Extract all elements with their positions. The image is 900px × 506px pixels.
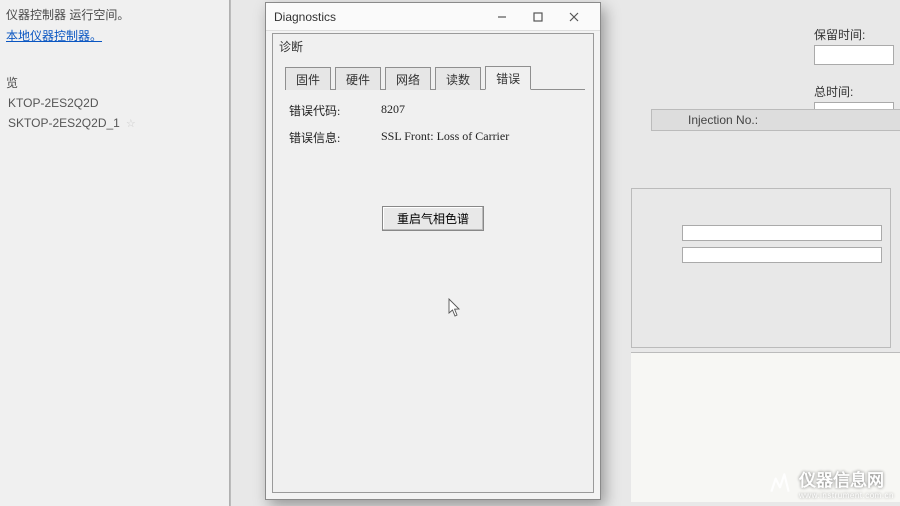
tree-node-machine[interactable]: KTOP-2ES2Q2D [6, 93, 223, 113]
total-time-label: 总时间: [814, 79, 894, 102]
tree-node-label: KTOP-2ES2Q2D [8, 96, 98, 110]
panel-input-1[interactable] [682, 225, 882, 241]
tab-firmware[interactable]: 固件 [285, 67, 331, 90]
dialog-tabs: 固件 硬件 网络 读数 错误 [285, 65, 585, 90]
local-controller-link[interactable]: 本地仪器控制器。 [6, 29, 102, 43]
panel-input-2[interactable] [682, 247, 882, 263]
explorer-panel: 仪器控制器 运行空间。 本地仪器控制器。 览 KTOP-2ES2Q2D SKTO… [0, 0, 230, 506]
restart-gc-button[interactable]: 重启气相色谱 [382, 206, 484, 231]
star-icon: ☆ [126, 117, 136, 130]
tree-node-label: SKTOP-2ES2Q2D_1 [8, 116, 120, 130]
watermark: 仪器信息网 www.instrument.com.cn [767, 466, 894, 500]
dialog-titlebar[interactable]: Diagnostics [266, 3, 600, 31]
diagnostics-dialog: Diagnostics 诊断 固件 硬件 网络 读数 错误 错误代码: 8207 [265, 2, 601, 500]
tab-hardware[interactable]: 硬件 [335, 67, 381, 90]
minimize-button[interactable] [484, 5, 520, 29]
retention-time-field[interactable] [814, 45, 894, 65]
explorer-status-text: 仪器控制器 运行空间。 [6, 4, 223, 25]
close-button[interactable] [556, 5, 592, 29]
watermark-logo-icon [767, 470, 793, 496]
mid-panel [631, 188, 891, 348]
dialog-section-label: 诊断 [273, 34, 593, 59]
dialog-title: Diagnostics [274, 10, 484, 24]
tab-content-errors: 错误代码: 8207 错误信息: SSL Front: Loss of Carr… [273, 90, 593, 243]
watermark-text: 仪器信息网 [799, 471, 884, 490]
injection-number-label: Injection No.: [688, 113, 758, 127]
dialog-body: 诊断 固件 硬件 网络 读数 错误 错误代码: 8207 错误信息: SSL F… [272, 33, 594, 493]
explorer-section-label: 览 [6, 72, 223, 93]
injection-number-row: Injection No.: [651, 109, 900, 131]
watermark-url: www.instrument.com.cn [799, 491, 894, 500]
error-message-value: SSL Front: Loss of Carrier [381, 129, 577, 146]
tree-node-machine[interactable]: SKTOP-2ES2Q2D_1 ☆ [6, 113, 223, 133]
error-code-label: 错误代码: [289, 102, 381, 119]
tab-readings[interactable]: 读数 [435, 67, 481, 90]
maximize-button[interactable] [520, 5, 556, 29]
retention-time-label: 保留时间: [814, 22, 894, 45]
tab-errors[interactable]: 错误 [485, 66, 531, 90]
tab-network[interactable]: 网络 [385, 67, 431, 90]
error-message-label: 错误信息: [289, 129, 381, 146]
error-code-value: 8207 [381, 102, 577, 119]
